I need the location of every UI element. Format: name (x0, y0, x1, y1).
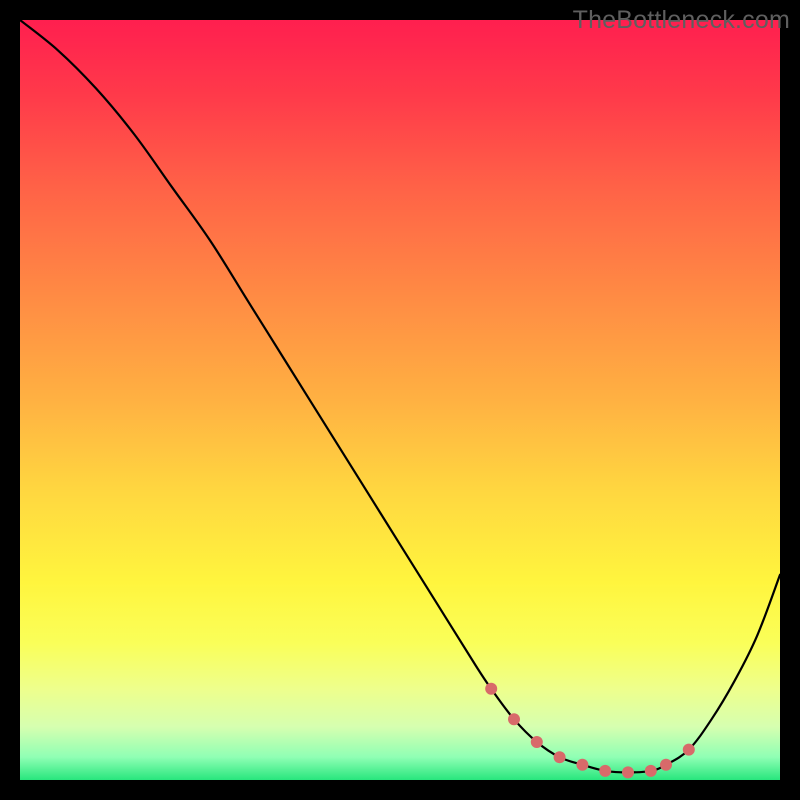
curve-dot (531, 736, 543, 748)
curve-dot (683, 744, 695, 756)
watermark-text: TheBottleneck.com (573, 6, 790, 35)
curve-dot (599, 765, 611, 777)
chart-container: TheBottleneck.com (0, 0, 800, 800)
curve-dot (485, 683, 497, 695)
plot-area (20, 20, 780, 780)
bottleneck-curve (20, 20, 780, 772)
curve-dot (660, 759, 672, 771)
curve-dot (508, 713, 520, 725)
curve-flat-dots (485, 683, 695, 779)
curve-layer (20, 20, 780, 780)
curve-dot (622, 766, 634, 778)
curve-dot (645, 765, 657, 777)
curve-dot (576, 759, 588, 771)
curve-dot (554, 751, 566, 763)
